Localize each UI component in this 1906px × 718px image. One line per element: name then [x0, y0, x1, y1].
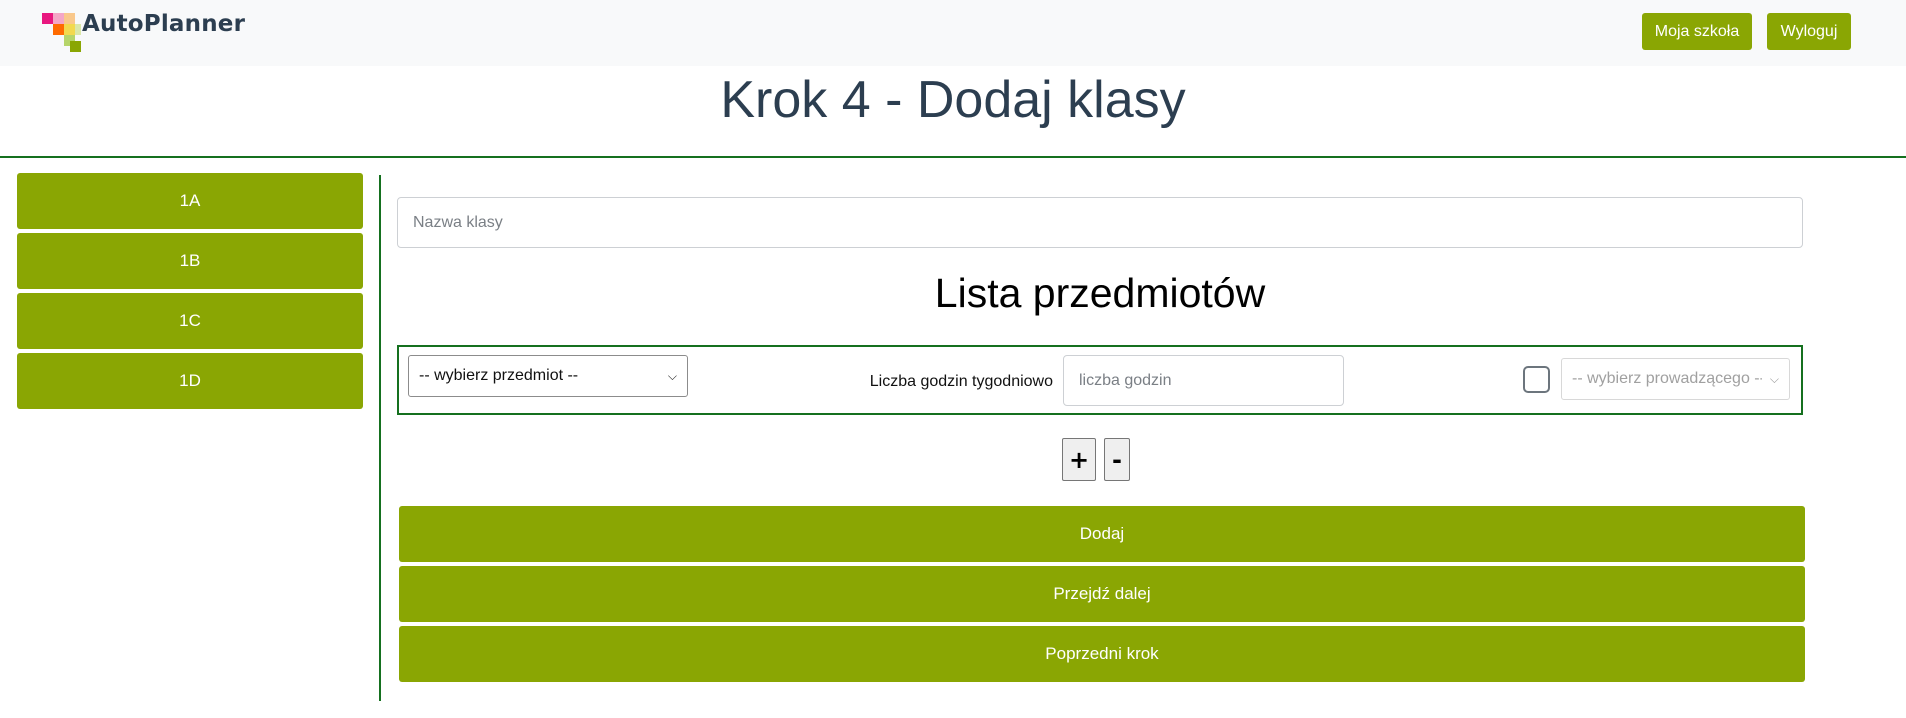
- my-school-button[interactable]: Moja szkoła: [1642, 13, 1752, 50]
- remove-subject-row-button[interactable]: -: [1104, 438, 1130, 481]
- chevron-down-icon: ⌵: [667, 368, 677, 383]
- next-step-button[interactable]: Przejdź dalej: [399, 566, 1805, 622]
- class-item[interactable]: 1C: [17, 293, 363, 349]
- hours-input[interactable]: [1063, 355, 1344, 406]
- logo-text: AutoPlanner: [82, 11, 246, 37]
- chevron-down-icon: ⌵: [1769, 371, 1779, 386]
- title-divider: [0, 156, 1906, 158]
- vertical-divider: [379, 175, 381, 701]
- class-item[interactable]: 1A: [17, 173, 363, 229]
- add-class-button[interactable]: Dodaj: [399, 506, 1805, 562]
- class-item[interactable]: 1B: [17, 233, 363, 289]
- add-subject-row-button[interactable]: +: [1062, 438, 1096, 481]
- teacher-checkbox[interactable]: [1523, 366, 1550, 393]
- page-title: Krok 4 - Dodaj klasy: [720, 71, 1186, 129]
- logout-button[interactable]: Wyloguj: [1767, 13, 1851, 50]
- class-name-input[interactable]: [397, 197, 1803, 248]
- previous-step-button[interactable]: Poprzedni krok: [399, 626, 1805, 682]
- navbar: AutoPlanner Moja szkoła Wyloguj: [0, 0, 1906, 66]
- hours-label: Liczba godzin tygodniowo: [869, 373, 1053, 390]
- class-item[interactable]: 1D: [17, 353, 363, 409]
- logo[interactable]: AutoPlanner: [42, 10, 246, 52]
- teacher-select-value: -- wybierz prowadzącego --: [1572, 370, 1762, 387]
- teacher-select[interactable]: -- wybierz prowadzącego -- ⌵: [1561, 358, 1790, 400]
- subject-select-value: -- wybierz przedmiot --: [419, 367, 579, 384]
- subject-row: -- wybierz przedmiot -- ⌵ Liczba godzin …: [397, 345, 1803, 415]
- logo-mark-icon: [42, 10, 84, 52]
- subjects-heading: Lista przedmiotów: [934, 270, 1266, 316]
- subject-select[interactable]: -- wybierz przedmiot -- ⌵: [408, 355, 688, 397]
